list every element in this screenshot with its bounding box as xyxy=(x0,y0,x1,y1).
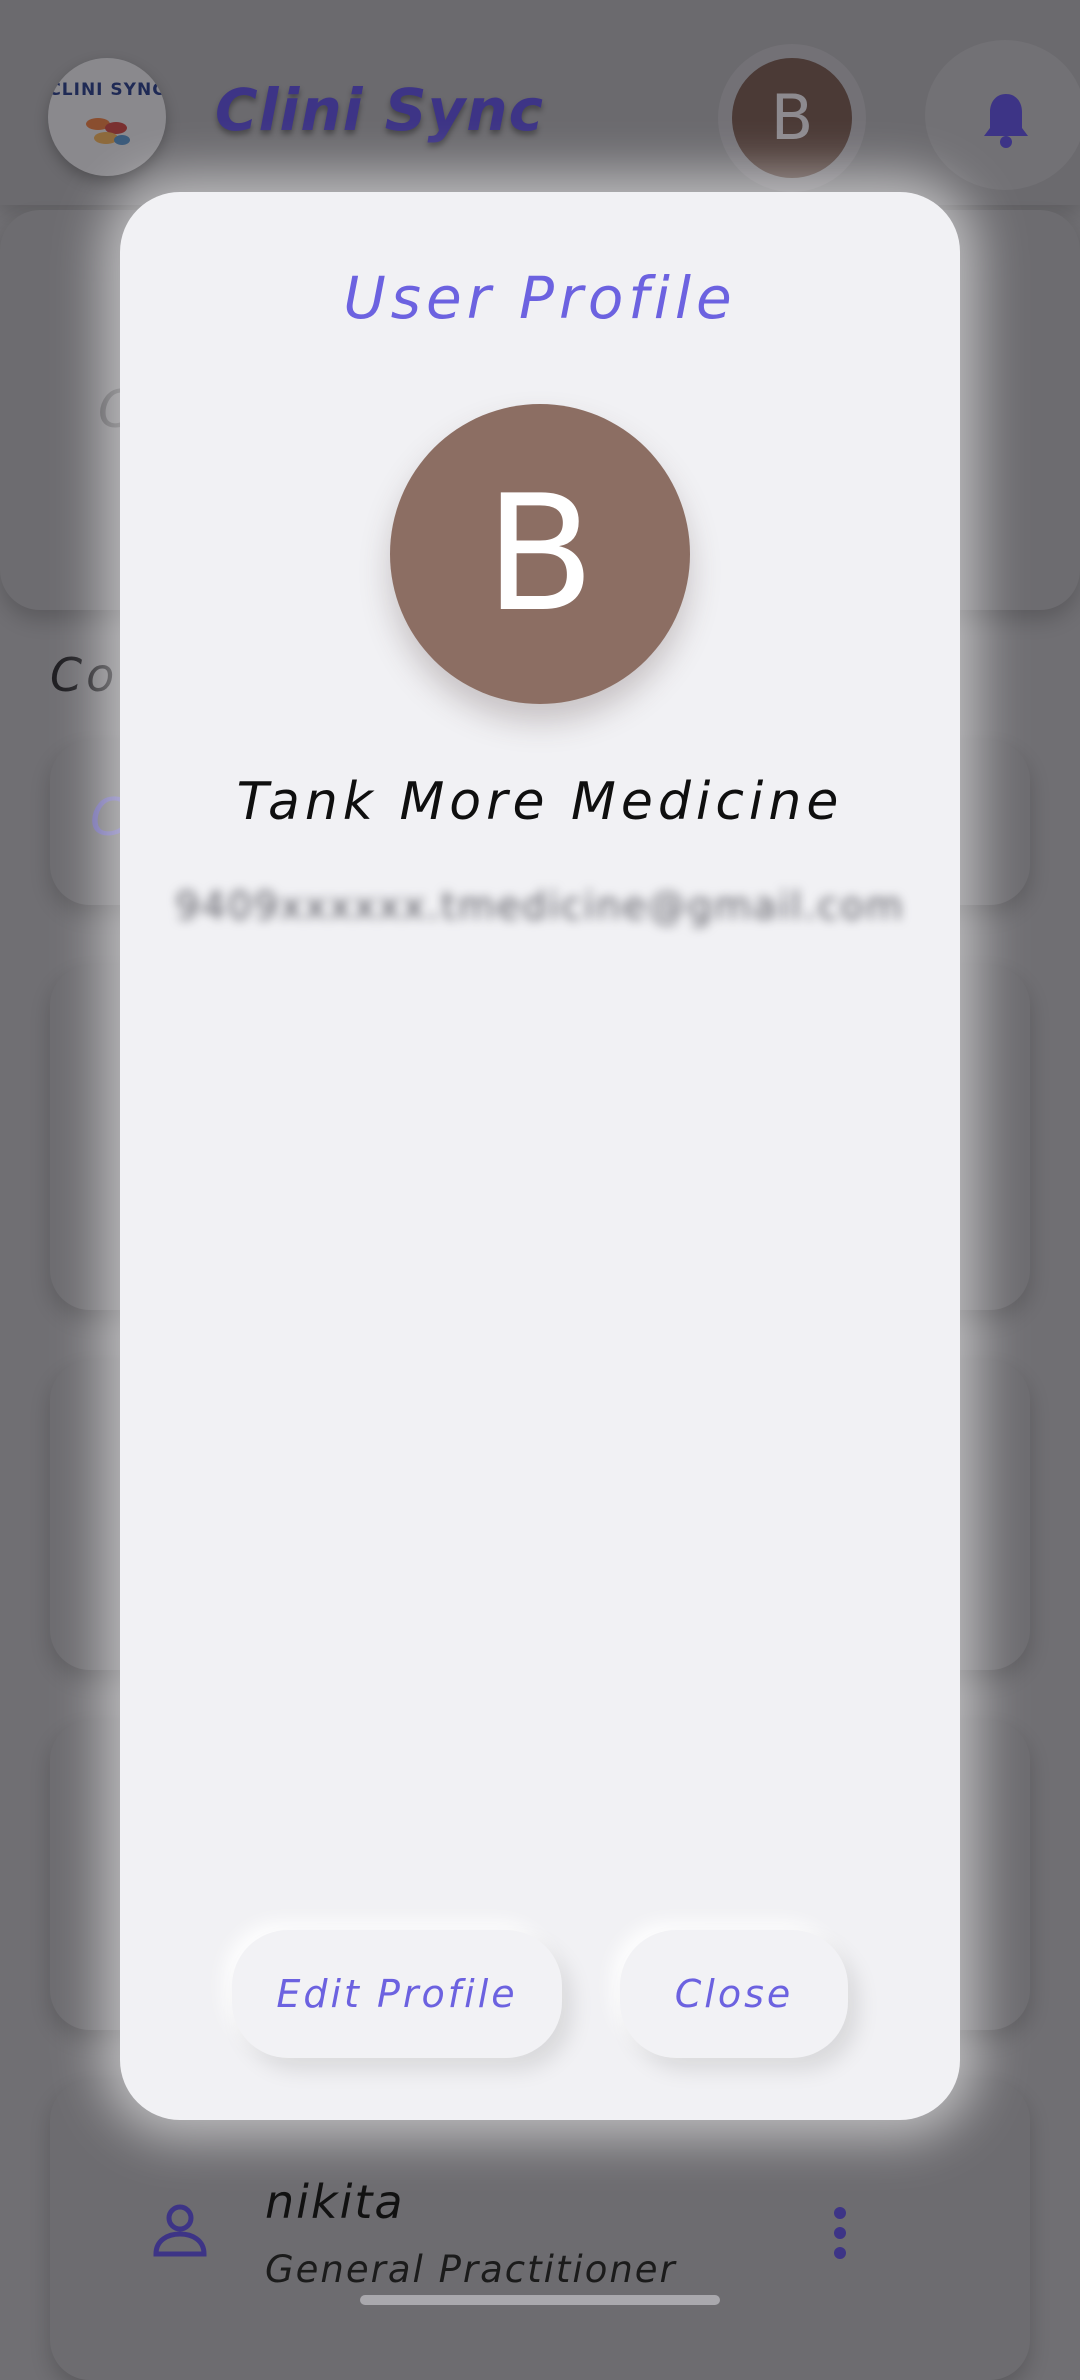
person-icon xyxy=(153,2204,207,2257)
header-avatar[interactable]: B xyxy=(732,58,852,178)
pills-icon xyxy=(86,118,130,145)
home-indicator[interactable] xyxy=(360,2295,720,2305)
user-profile-modal: User Profile B Tank More Medicine 9409xx… xyxy=(120,192,960,2120)
background-fragment: Co xyxy=(50,648,119,702)
list-item-role: General Practitioner xyxy=(265,2248,677,2291)
app-title: Clini Sync xyxy=(215,76,544,144)
bell-icon xyxy=(984,94,1028,148)
edit-profile-button[interactable]: Edit Profile xyxy=(232,1930,562,2058)
modal-title: User Profile xyxy=(343,264,737,332)
notifications-button[interactable] xyxy=(925,40,1080,190)
profile-email: 9409xxxxxx.tmedicine@gmail.com xyxy=(175,884,905,928)
app-header: CLINI SYNC Clini Sync B xyxy=(0,0,1080,205)
list-item-name: nikita xyxy=(265,2175,405,2229)
profile-name: Tank More Medicine xyxy=(236,772,844,832)
profile-avatar: B xyxy=(390,404,690,704)
logo-text: CLINI SYNC xyxy=(48,80,166,100)
app-logo: CLINI SYNC xyxy=(48,58,166,176)
more-vertical-icon[interactable] xyxy=(832,2205,848,2261)
close-button[interactable]: Close xyxy=(620,1930,848,2058)
